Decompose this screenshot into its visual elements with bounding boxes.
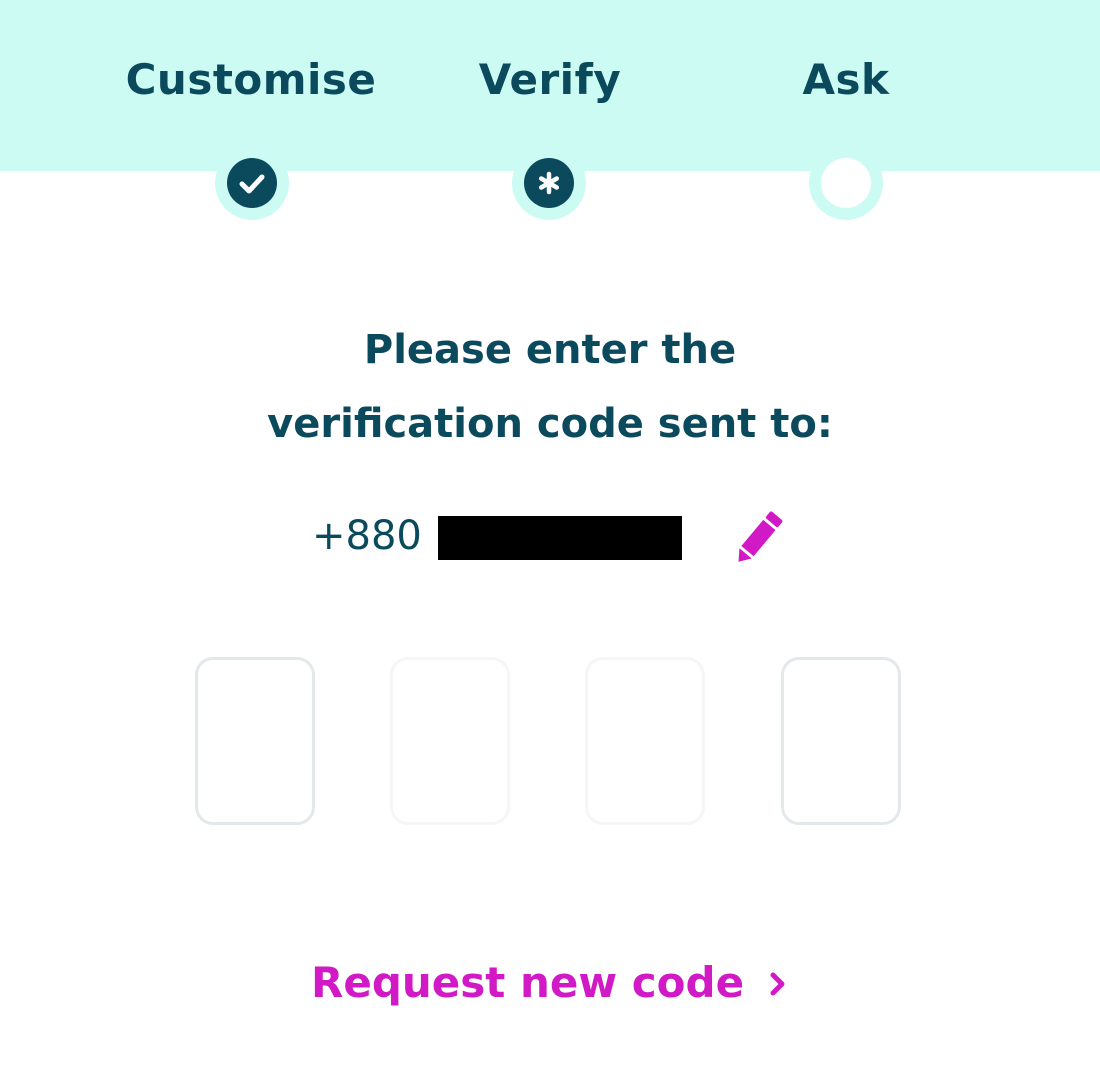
edit-phone-button[interactable] bbox=[732, 506, 790, 564]
code-digit-box-1[interactable] bbox=[195, 657, 315, 825]
step-indicator-ask bbox=[809, 146, 883, 220]
code-digit-input-4[interactable] bbox=[784, 660, 898, 822]
step-label-verify: Verify bbox=[478, 55, 622, 104]
code-digit-box-2[interactable] bbox=[390, 657, 510, 825]
headline-line-2: verification code sent to: bbox=[267, 401, 833, 447]
code-digit-box-4[interactable] bbox=[781, 657, 901, 825]
request-new-code-label: Request new code bbox=[311, 958, 745, 1007]
step-label-customise: Customise bbox=[125, 55, 377, 104]
step-indicator-verify bbox=[512, 146, 586, 220]
step-label-ask: Ask bbox=[802, 55, 890, 104]
code-digit-input-1[interactable] bbox=[198, 660, 312, 822]
step-indicator-customise bbox=[215, 146, 289, 220]
asterisk-icon bbox=[538, 171, 560, 195]
code-digit-box-3[interactable] bbox=[585, 657, 705, 825]
chevron-right-icon bbox=[770, 972, 785, 996]
code-digit-input-2[interactable] bbox=[393, 660, 507, 822]
phone-number-redaction bbox=[438, 516, 682, 560]
check-icon bbox=[239, 174, 265, 194]
empty-circle-icon bbox=[821, 158, 871, 208]
pencil-icon bbox=[738, 511, 783, 562]
headline-line-1: Please enter the bbox=[363, 327, 737, 373]
code-digit-input-3[interactable] bbox=[588, 660, 702, 822]
